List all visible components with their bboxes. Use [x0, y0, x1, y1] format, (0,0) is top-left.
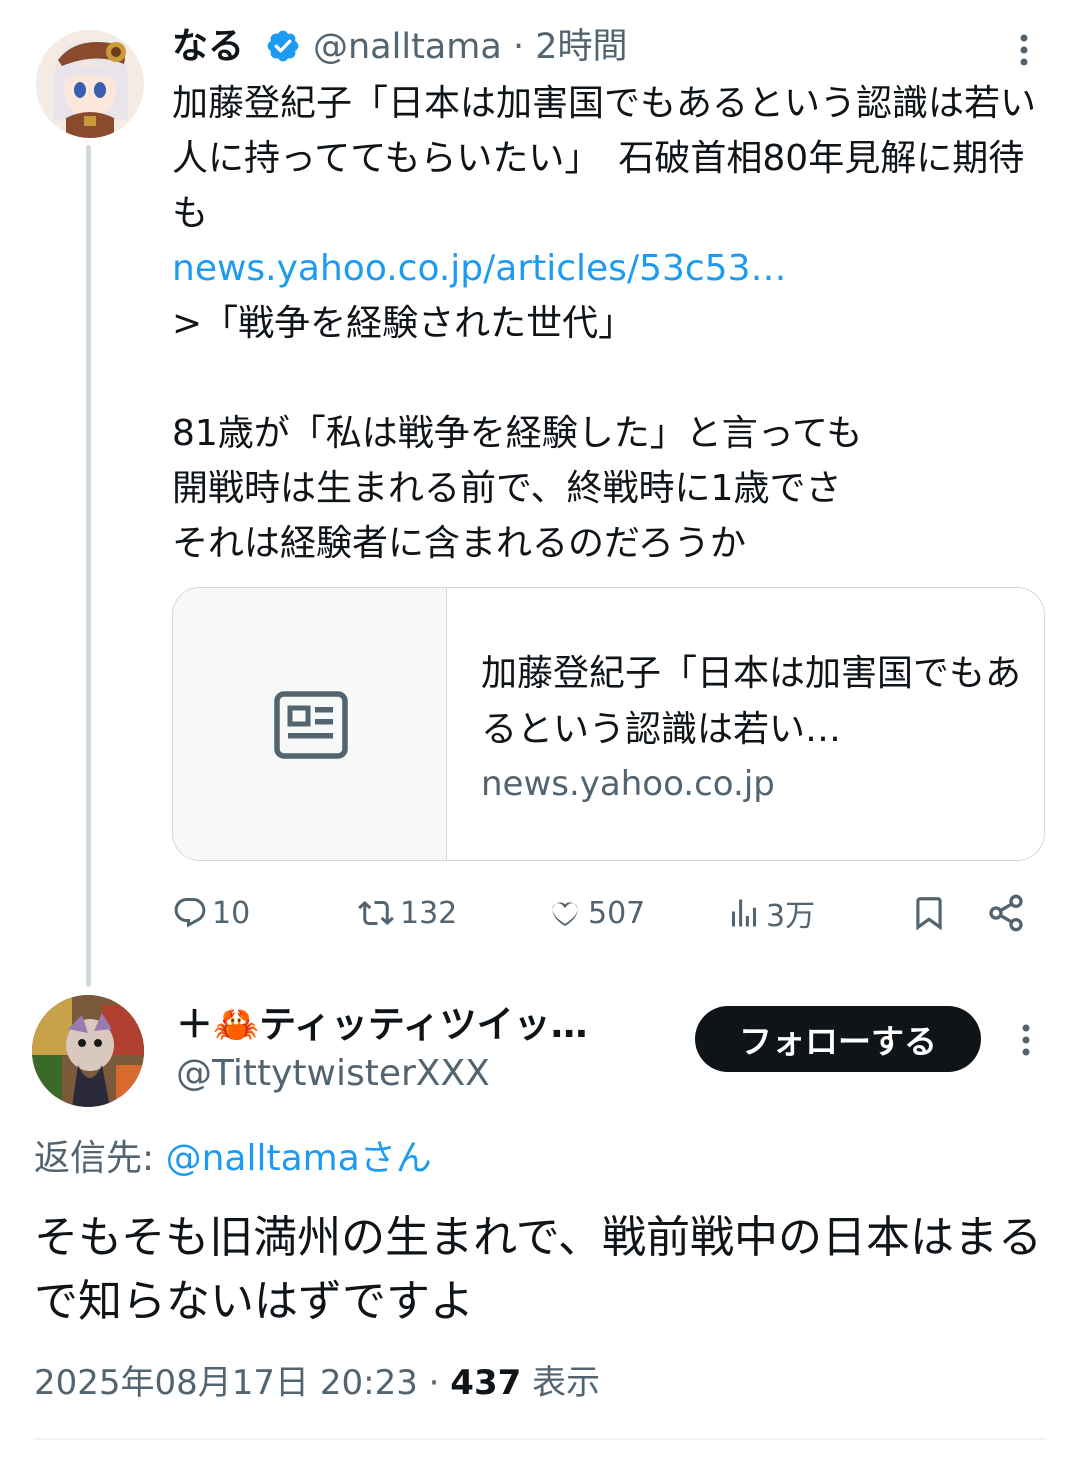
like-count: 507: [588, 895, 646, 931]
divider: [34, 1438, 1046, 1440]
reply-author-name[interactable]: ＋🦀ティッティツイッ…: [176, 1000, 588, 1050]
thread-line: [86, 145, 91, 987]
reply-to-line: 返信先: @nalltamaさん: [34, 1134, 432, 1184]
verified-badge-icon: [265, 28, 301, 64]
article-link[interactable]: news.yahoo.co.jp/articles/53c53…: [172, 248, 786, 289]
reply-meta: 2025年08月17日 20:23 · 437 表示: [34, 1358, 600, 1408]
card-title: 加藤登紀子「日本は加害国でもあるという認識は若い…: [481, 653, 1021, 750]
share-icon: [989, 894, 1023, 932]
share-button[interactable]: [986, 890, 1030, 936]
views-button[interactable]: 3万: [726, 890, 815, 936]
tweet-text: 加藤登紀子「日本は加害国でもあるという認識は若い人に持っててもらいたい」 石破首…: [172, 76, 1052, 571]
reply-icon: [174, 898, 206, 928]
avatar[interactable]: [36, 30, 144, 138]
retweet-icon: [358, 900, 394, 926]
newspaper-icon: [274, 691, 348, 759]
reply-author-handle[interactable]: @TittytwisterXXX: [176, 1050, 490, 1098]
time-separator: ·: [512, 27, 525, 67]
reply-to-mention[interactable]: @nalltamaさん: [166, 1138, 432, 1179]
reply-to-label: 返信先:: [34, 1138, 166, 1179]
reply-count: 10: [212, 895, 251, 931]
retweet-count: 132: [400, 895, 458, 931]
bookmark-icon: [916, 897, 942, 931]
reply-button[interactable]: 10: [172, 890, 250, 936]
reply-text: そもそも旧満州の生まれで、戦前戦中の日本はまるで知らないはずですよ: [34, 1212, 1043, 1327]
timestamp[interactable]: 2時間: [535, 27, 627, 67]
reply-views-count: 437: [450, 1363, 522, 1403]
reply-views-label: 表示: [521, 1363, 601, 1403]
card-thumbnail: [173, 588, 447, 860]
retweet-button[interactable]: 132: [356, 890, 457, 936]
heart-icon: [552, 902, 578, 927]
views-count: 3万: [766, 899, 816, 934]
author-handle[interactable]: @nalltama · 2時間: [313, 24, 628, 70]
avatar[interactable]: [32, 995, 144, 1107]
more-options-icon[interactable]: [1012, 1020, 1040, 1060]
card-domain: news.yahoo.co.jp: [481, 764, 775, 804]
link-card[interactable]: 加藤登紀子「日本は加害国でもあるという認識は若い… news.yahoo.co.…: [172, 587, 1045, 861]
reply-timestamp[interactable]: 2025年08月17日 20:23: [34, 1363, 418, 1403]
views-chart-icon: [732, 899, 756, 927]
tweet-text-part-1: 加藤登紀子「日本は加害国でもあるという認識は若い人に持っててもらいたい」 石破首…: [172, 83, 1037, 234]
bookmark-button[interactable]: [910, 890, 952, 936]
more-options-icon[interactable]: [1010, 30, 1038, 70]
author-name[interactable]: なる: [172, 24, 244, 70]
follow-button[interactable]: フォローする: [695, 1006, 981, 1072]
like-button[interactable]: 507: [546, 890, 645, 936]
meta-separator: ·: [417, 1363, 451, 1403]
handle-text: @nalltama: [313, 27, 502, 67]
tweet-text-part-2: >「戦争を経験された世代」 81歳が「私は戦争を経験した」と言っても 開戦時は生…: [172, 303, 863, 564]
